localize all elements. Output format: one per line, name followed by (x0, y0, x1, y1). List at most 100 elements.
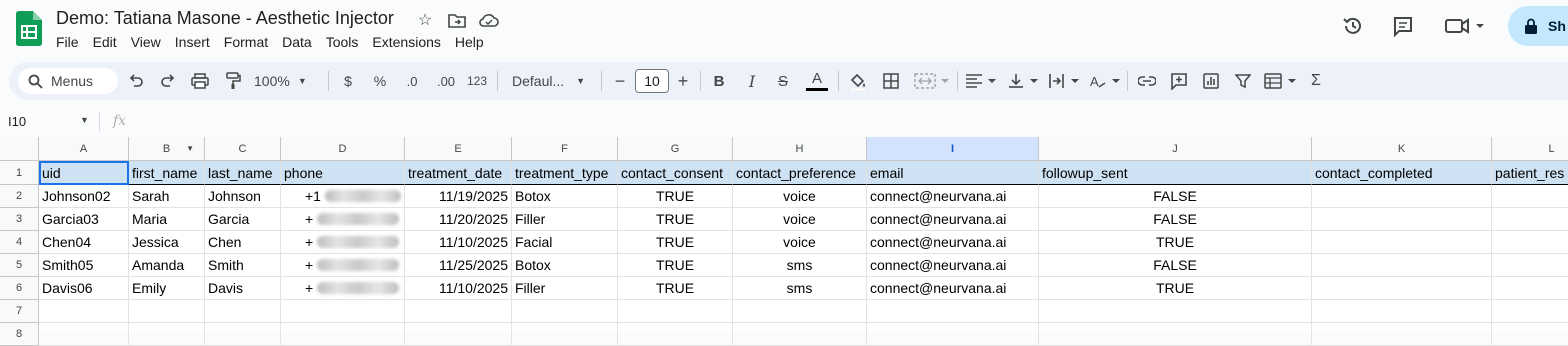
document-title[interactable]: Demo: Tatiana Masone - Aesthetic Injecto… (56, 8, 394, 29)
table-cell[interactable]: Emily (129, 277, 205, 300)
row-header-8[interactable]: 8 (0, 323, 39, 346)
table-cell[interactable]: connect@neurvana.ai (867, 277, 1039, 300)
menu-extensions[interactable]: Extensions (372, 34, 448, 50)
table-cell[interactable]: Chen (205, 231, 281, 254)
table-cell[interactable]: TRUE (618, 277, 733, 300)
percent-format-button[interactable]: % (370, 62, 390, 100)
table-cell[interactable]: Maria (129, 208, 205, 231)
table-cell[interactable]: voice (733, 208, 867, 231)
empty-cell[interactable] (733, 300, 867, 323)
empty-cell[interactable] (39, 323, 129, 346)
undo-icon[interactable] (126, 62, 146, 100)
table-cell[interactable]: + (281, 231, 405, 254)
table-cell[interactable]: 11/10/2025 (405, 277, 512, 300)
increase-decimal-button[interactable]: .00 (433, 62, 459, 100)
table-cell[interactable]: + (281, 254, 405, 277)
table-cell[interactable] (1312, 185, 1492, 208)
empty-cell[interactable] (281, 323, 405, 346)
table-cell[interactable]: TRUE (618, 254, 733, 277)
table-cell[interactable]: TRUE (618, 231, 733, 254)
header-cell-c[interactable]: last_name (205, 161, 281, 185)
column-header-g[interactable]: G (618, 137, 733, 161)
table-cell[interactable]: Garcia (205, 208, 281, 231)
vertical-align-icon[interactable] (1006, 62, 1040, 100)
header-cell-d[interactable]: phone (281, 161, 405, 185)
comments-icon[interactable] (1390, 12, 1416, 40)
table-cell[interactable]: voice (733, 185, 867, 208)
redo-icon[interactable] (158, 62, 178, 100)
table-cell[interactable] (1492, 208, 1568, 231)
version-history-icon[interactable] (1340, 12, 1366, 40)
table-cell[interactable] (1312, 277, 1492, 300)
empty-cell[interactable] (1039, 323, 1312, 346)
currency-format-button[interactable]: $ (338, 62, 358, 100)
empty-cell[interactable] (733, 323, 867, 346)
table-cell[interactable]: Botox (512, 185, 618, 208)
header-cell-f[interactable]: treatment_type (512, 161, 618, 185)
table-cell[interactable]: Johnson (205, 185, 281, 208)
chevron-down-icon[interactable]: ▼ (80, 115, 89, 125)
merge-cells-icon[interactable] (912, 62, 952, 100)
row-header-2[interactable]: 2 (0, 185, 39, 208)
bold-button[interactable]: B (710, 62, 728, 100)
empty-cell[interactable] (1312, 300, 1492, 323)
empty-cell[interactable] (205, 323, 281, 346)
table-cell[interactable]: FALSE (1039, 254, 1312, 277)
table-cell[interactable]: Jessica (129, 231, 205, 254)
column-header-f[interactable]: F (512, 137, 618, 161)
empty-cell[interactable] (129, 300, 205, 323)
menu-format[interactable]: Format (224, 34, 276, 50)
table-cell[interactable]: Botox (512, 254, 618, 277)
table-cell[interactable]: voice (733, 231, 867, 254)
empty-cell[interactable] (512, 300, 618, 323)
decrease-decimal-button[interactable]: .0 (400, 62, 424, 100)
table-cell[interactable]: TRUE (1039, 277, 1312, 300)
empty-cell[interactable] (618, 300, 733, 323)
empty-cell[interactable] (867, 323, 1039, 346)
functions-button[interactable]: Σ (1306, 62, 1326, 100)
row-header-4[interactable]: 4 (0, 231, 39, 254)
empty-cell[interactable] (39, 300, 129, 323)
header-cell-k[interactable]: contact_completed (1312, 161, 1492, 185)
menu-file[interactable]: File (56, 34, 87, 50)
header-cell-j[interactable]: followup_sent (1039, 161, 1312, 185)
sheets-logo-icon[interactable] (16, 11, 42, 46)
empty-cell[interactable] (405, 323, 512, 346)
table-cell[interactable]: Facial (512, 231, 618, 254)
menus-search[interactable]: Menus (18, 68, 118, 94)
table-cell[interactable] (1312, 231, 1492, 254)
table-cell[interactable]: TRUE (1039, 231, 1312, 254)
table-cell[interactable] (1312, 254, 1492, 277)
row-header-3[interactable]: 3 (0, 208, 39, 231)
increase-font-size-icon[interactable]: + (675, 62, 691, 100)
table-cell[interactable]: Johnson02 (39, 185, 129, 208)
header-cell-g[interactable]: contact_consent (618, 161, 733, 185)
meet-video-icon[interactable] (1444, 12, 1488, 40)
table-cell[interactable]: 11/20/2025 (405, 208, 512, 231)
number-format-button[interactable]: 123 (466, 62, 488, 100)
table-cell[interactable]: Smith05 (39, 254, 129, 277)
table-cell[interactable]: connect@neurvana.ai (867, 208, 1039, 231)
table-cell[interactable]: Filler (512, 277, 618, 300)
header-cell-a[interactable]: uid (39, 161, 129, 185)
header-cell-e[interactable]: treatment_date (405, 161, 512, 185)
table-cell[interactable] (1492, 231, 1568, 254)
table-cell[interactable]: connect@neurvana.ai (867, 254, 1039, 277)
row-header-1[interactable]: 1 (0, 161, 39, 185)
table-cell[interactable]: Chen04 (39, 231, 129, 254)
table-cell[interactable]: FALSE (1039, 185, 1312, 208)
empty-cell[interactable] (618, 323, 733, 346)
empty-cell[interactable] (1312, 323, 1492, 346)
empty-cell[interactable] (1039, 300, 1312, 323)
column-header-c[interactable]: C (205, 137, 281, 161)
column-header-j[interactable]: J (1039, 137, 1312, 161)
column-filter-chevron-icon[interactable]: ▼ (186, 144, 194, 153)
row-header-5[interactable]: 5 (0, 254, 39, 277)
empty-cell[interactable] (129, 323, 205, 346)
insert-link-icon[interactable] (1136, 62, 1158, 100)
table-cell[interactable]: sms (733, 254, 867, 277)
table-cell[interactable] (1312, 208, 1492, 231)
insert-chart-icon[interactable] (1200, 62, 1222, 100)
empty-cell[interactable] (281, 300, 405, 323)
menu-edit[interactable]: Edit (93, 34, 125, 50)
